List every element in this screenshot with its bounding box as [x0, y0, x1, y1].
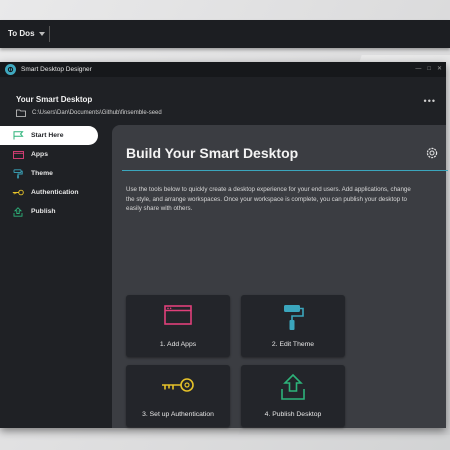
- key-icon: [126, 373, 230, 403]
- desktop-path[interactable]: C:\Users\Dan\Documents\Github\finsemble-…: [16, 109, 162, 117]
- sidebar-item-apps[interactable]: Apps: [0, 145, 110, 164]
- card-label: 1. Add Apps: [159, 341, 197, 348]
- folder-icon: [16, 109, 26, 117]
- paint-roller-icon: [12, 168, 24, 179]
- more-options-icon[interactable]: •••: [424, 96, 436, 106]
- sidebar: Start Here Apps Theme Authentication Pub…: [0, 126, 110, 221]
- add-apps-card[interactable]: 1. Add Apps: [126, 295, 230, 357]
- settings-gear-icon[interactable]: [426, 147, 438, 159]
- title-underline: [122, 170, 448, 171]
- desktop-title: Your Smart Desktop: [16, 95, 93, 104]
- page-description: Use the tools below to quickly create a …: [126, 186, 411, 212]
- key-icon: [12, 188, 24, 198]
- taskbar-divider: [49, 26, 50, 42]
- sidebar-item-label: Authentication: [31, 189, 79, 196]
- chevron-down-icon: [38, 31, 45, 36]
- publish-desktop-card[interactable]: 4. Publish Desktop: [241, 365, 345, 427]
- sidebar-item-label: Theme: [31, 170, 53, 177]
- main-panel: Build Your Smart Desktop Use the tools b…: [112, 125, 448, 428]
- publish-upload-icon: [241, 373, 345, 403]
- start-flag-icon: [12, 131, 24, 141]
- sidebar-item-label: Publish: [31, 208, 56, 215]
- paint-roller-icon: [241, 303, 345, 333]
- edit-theme-card[interactable]: 2. Edit Theme: [241, 295, 345, 357]
- card-label: 2. Edit Theme: [271, 341, 315, 348]
- desktop-path-text: C:\Users\Dan\Documents\Github\finsemble-…: [32, 110, 162, 116]
- sidebar-item-authentication[interactable]: Authentication: [0, 183, 110, 202]
- setup-authentication-card[interactable]: 3. Set up Authentication: [126, 365, 230, 427]
- window-titlebar[interactable]: Smart Desktop Designer — □ ✕: [0, 62, 446, 77]
- card-label: 4. Publish Desktop: [264, 411, 322, 418]
- publish-upload-icon: [12, 206, 24, 217]
- minimize-button[interactable]: —: [415, 62, 421, 77]
- apps-window-icon: [126, 303, 230, 333]
- smart-desktop-designer-window: Smart Desktop Designer — □ ✕ Your Smart …: [0, 62, 448, 428]
- sidebar-item-label: Apps: [31, 151, 48, 158]
- sidebar-item-label: Start Here: [31, 132, 64, 139]
- page-title: Build Your Smart Desktop: [126, 145, 299, 161]
- sidebar-item-publish[interactable]: Publish: [0, 202, 110, 221]
- todos-label: To Dos: [8, 29, 35, 38]
- window-controls: — □ ✕: [415, 62, 442, 77]
- taskbar: To Dos: [0, 20, 450, 48]
- todos-menu[interactable]: To Dos: [8, 20, 45, 48]
- sidebar-item-start-here[interactable]: Start Here: [0, 126, 98, 145]
- app-logo-icon: [5, 64, 16, 75]
- close-button[interactable]: ✕: [437, 62, 442, 77]
- apps-window-icon: [12, 150, 24, 160]
- maximize-button[interactable]: □: [427, 62, 431, 77]
- card-label: 3. Set up Authentication: [142, 411, 214, 418]
- sidebar-item-theme[interactable]: Theme: [0, 164, 110, 183]
- window-title: Smart Desktop Designer: [21, 66, 92, 73]
